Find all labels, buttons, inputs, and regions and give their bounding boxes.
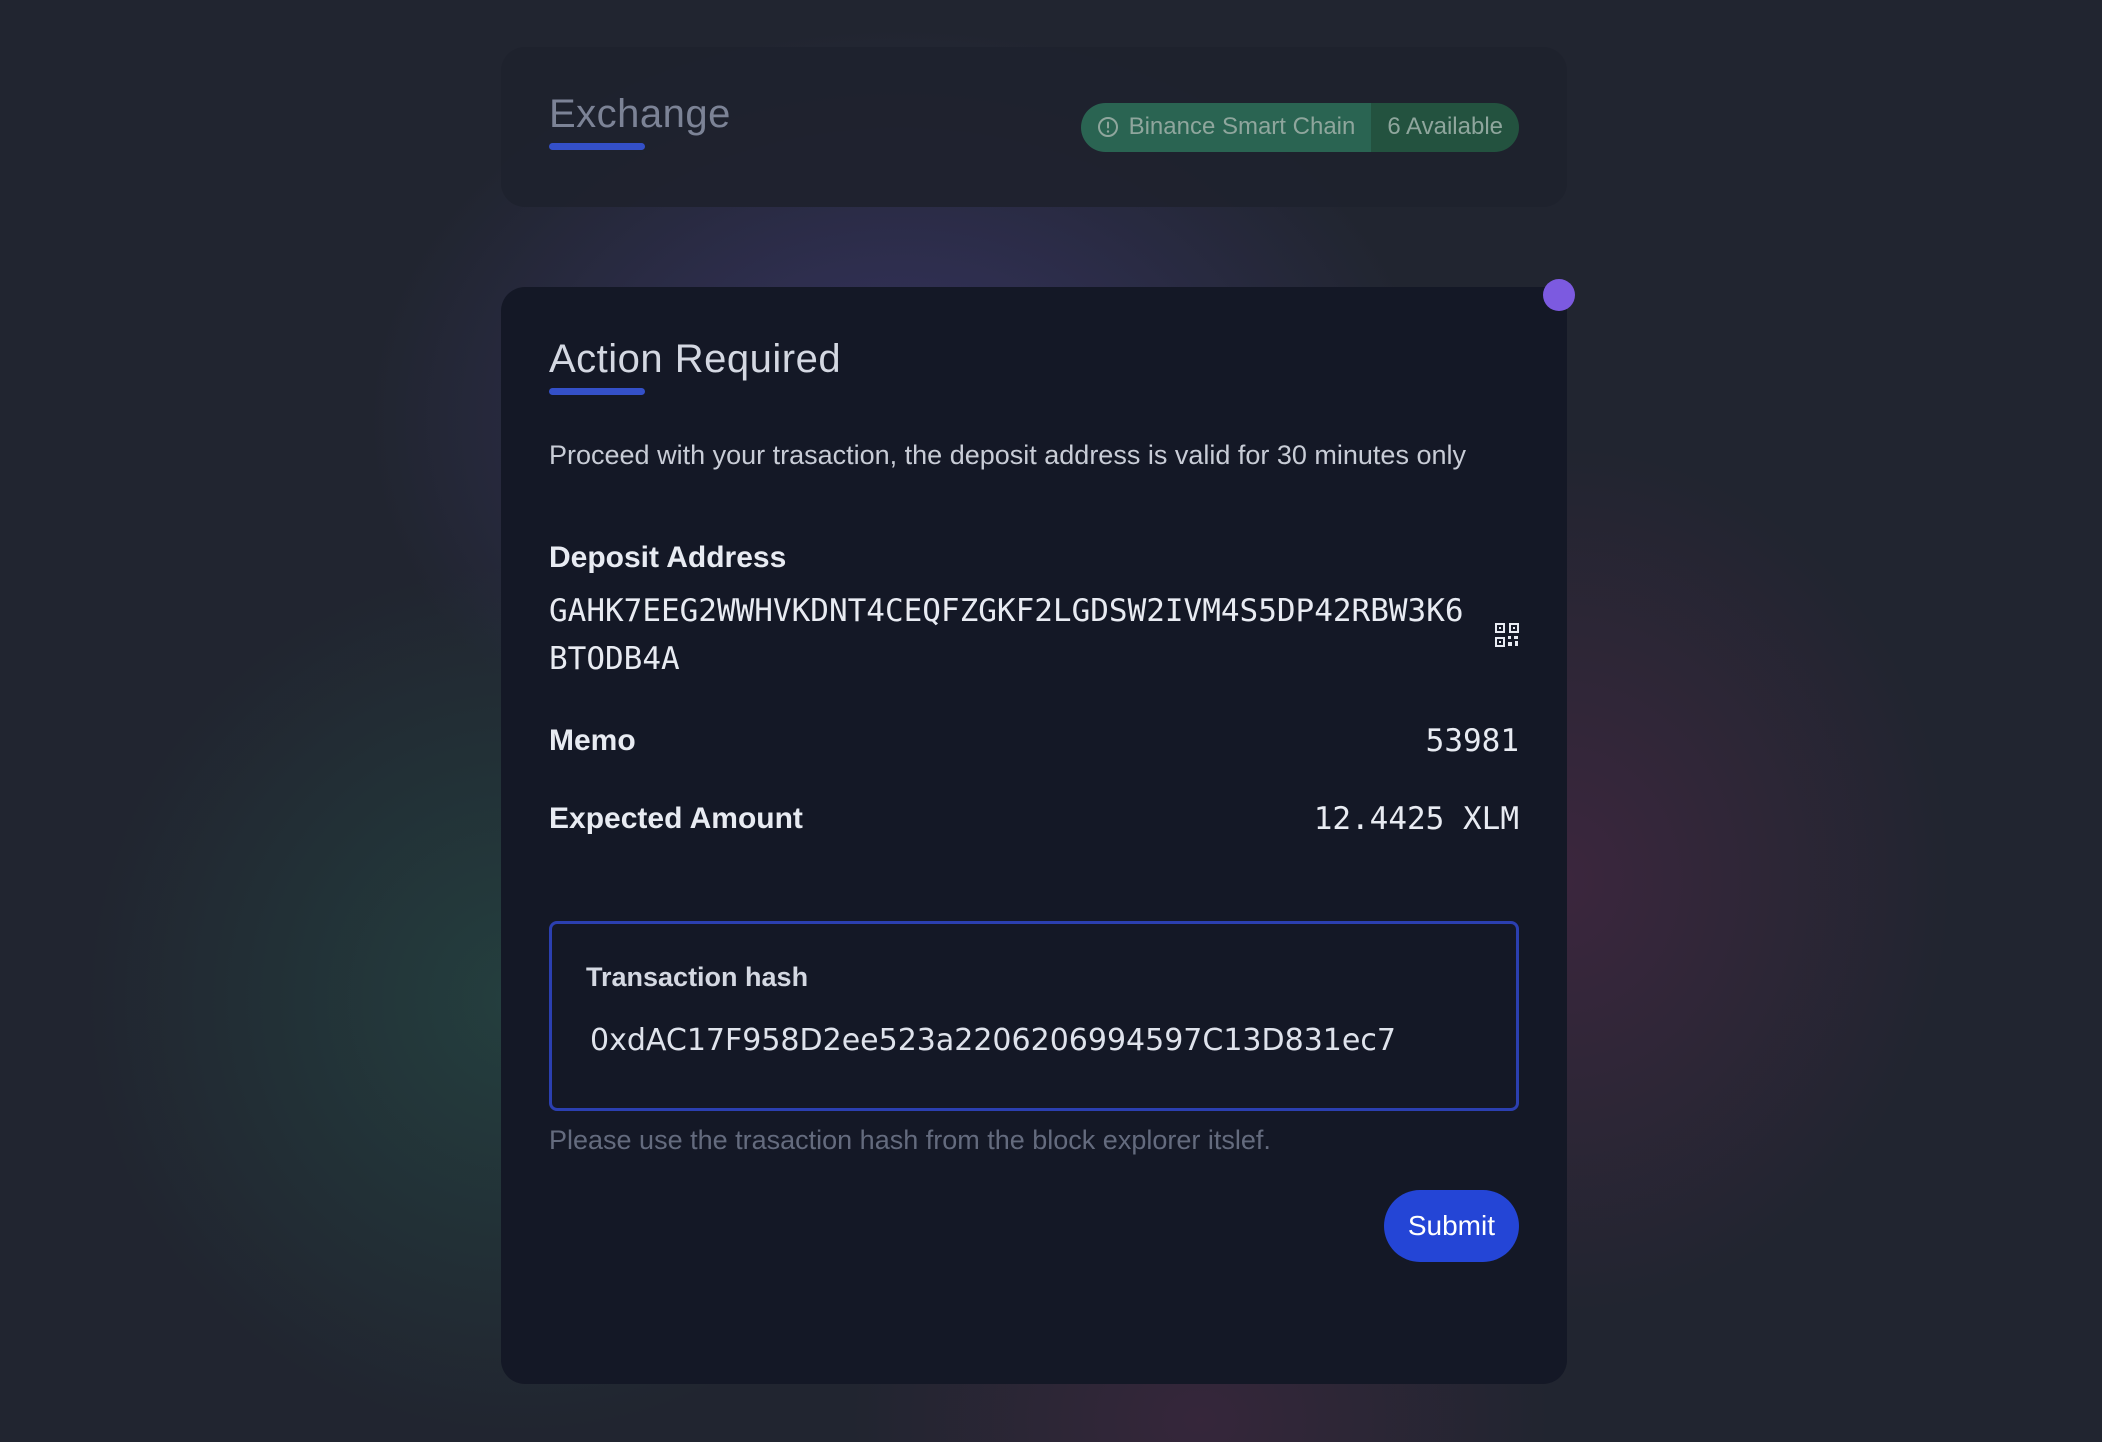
page-title: Exchange (549, 92, 731, 136)
submit-row: Submit (549, 1190, 1519, 1262)
title-underline (549, 143, 645, 150)
memo-value[interactable]: 53981 (1426, 723, 1519, 759)
network-name: Binance Smart Chain (1128, 113, 1356, 140)
transaction-hash-field[interactable]: Transaction hash (549, 921, 1519, 1111)
expected-amount-label: Expected Amount (549, 802, 803, 835)
memo-label: Memo (549, 724, 636, 757)
section-title-underline (549, 388, 645, 395)
expected-amount-row: Expected Amount 12.4425 XLM (549, 801, 1519, 837)
transaction-hash-label: Transaction hash (586, 962, 809, 992)
network-name-segment: Binance Smart Chain (1080, 102, 1372, 152)
deposit-address-block: Deposit Address GAHK7EEG2WWHVKDNT4CEQFZG… (549, 541, 1519, 683)
transaction-hash-helper: Please use the trasaction hash from the … (549, 1125, 1271, 1155)
instructions-text: Proceed with your trasaction, the deposi… (549, 440, 1466, 470)
memo-row: Memo 53981 (549, 723, 1519, 759)
status-dot (1543, 279, 1575, 311)
section-title: Action Required (549, 337, 842, 381)
info-circle-icon (1097, 116, 1119, 138)
exchange-header-card: Exchange Binance Smart Chain 6 Available (501, 47, 1567, 207)
submit-button[interactable]: Submit (1383, 1190, 1519, 1262)
deposit-address-row: GAHK7EEG2WWHVKDNT4CEQFZGKF2LGDSW2IVM4S5D… (549, 587, 1519, 683)
network-badge[interactable]: Binance Smart Chain 6 Available (1080, 102, 1519, 152)
deposit-address-label: Deposit Address (549, 541, 787, 574)
action-title-wrap: Action Required (549, 337, 1519, 407)
available-count: 6 Available (1371, 102, 1519, 152)
exchange-title-wrap: Exchange (549, 92, 731, 162)
qr-code-icon[interactable] (1495, 623, 1519, 647)
expected-amount-value[interactable]: 12.4425 XLM (1314, 801, 1519, 837)
action-required-card: Action Required Proceed with your trasac… (501, 287, 1567, 1384)
deposit-address-value[interactable]: GAHK7EEG2WWHVKDNT4CEQFZGKF2LGDSW2IVM4S5D… (549, 587, 1469, 683)
transaction-hash-input[interactable] (586, 1023, 1482, 1058)
